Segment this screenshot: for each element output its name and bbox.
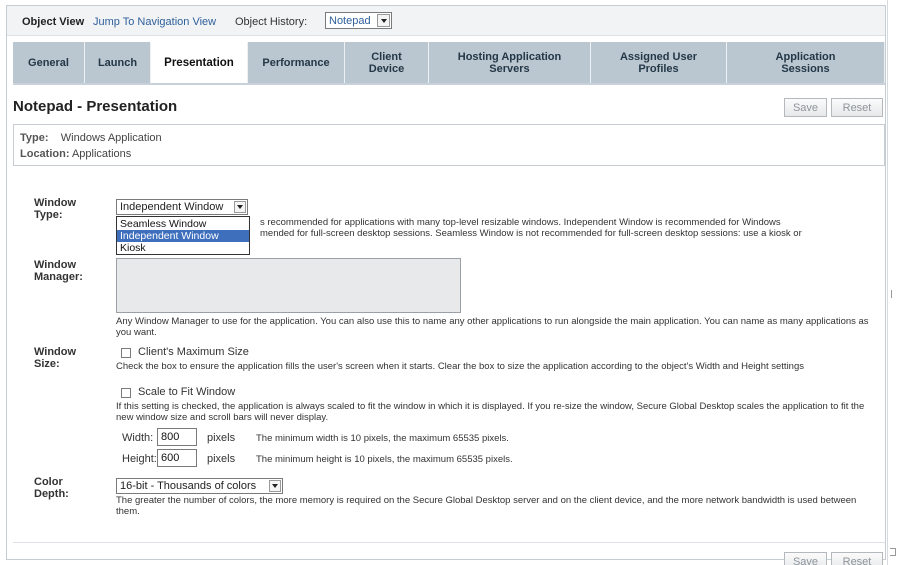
tab-label: Hosting Application Servers <box>457 51 562 75</box>
tab-hosting-application-servers[interactable]: Hosting Application Servers <box>429 42 591 84</box>
tab-label: Application Sessions <box>775 51 836 75</box>
object-history-value: Notepad <box>329 15 371 27</box>
window-size-label: Window Size: <box>34 346 76 370</box>
reset-button[interactable]: Reset <box>831 98 883 117</box>
window-type-value: Independent Window <box>120 201 224 213</box>
tab-label: Performance <box>262 57 330 69</box>
window-edge-scrollbar[interactable] <box>887 0 899 565</box>
object-toolbar: Object View Jump To Navigation View Obje… <box>7 6 885 36</box>
label-line: Manager: <box>34 271 83 283</box>
chevron-down-icon[interactable] <box>377 14 390 27</box>
tab-label: Assigned User Profiles <box>619 51 698 75</box>
height-unit: pixels <box>207 453 236 465</box>
label-line: Color <box>34 476 63 488</box>
object-view-label: Object View <box>22 16 85 28</box>
window-type-help: s recommended for applications with many… <box>260 217 880 239</box>
label-line: Type: <box>34 209 63 221</box>
option-seamless-window[interactable]: Seamless Window <box>117 218 249 230</box>
object-history-label: Object History: <box>235 16 308 28</box>
save-button-bottom[interactable]: Save <box>784 552 827 565</box>
width-unit: pixels <box>207 432 236 444</box>
width-input[interactable]: 800 <box>157 428 197 446</box>
type-value: Windows Application <box>60 132 162 144</box>
footer-divider <box>13 542 885 543</box>
chevron-down-icon[interactable] <box>269 480 281 492</box>
scale-to-fit-checkbox[interactable] <box>121 388 131 398</box>
window-type-label: Window Type: <box>34 197 76 221</box>
clients-max-size-help: Check the box to ensure the application … <box>116 361 805 372</box>
color-depth-label: Color Depth: <box>34 476 69 500</box>
scale-to-fit-help: If this setting is checked, the applicat… <box>116 401 865 423</box>
height-hint: The minimum height is 10 pixels, the max… <box>256 454 513 465</box>
tab-underline <box>13 83 885 85</box>
clients-max-size-label: Client's Maximum Size <box>138 346 249 358</box>
reset-button-bottom[interactable]: Reset <box>831 552 883 565</box>
tab-performance[interactable]: Performance <box>248 42 345 84</box>
color-depth-select[interactable]: 16-bit - Thousands of colors <box>116 478 283 494</box>
width-label: Width: <box>122 432 154 444</box>
location-label: Location: <box>20 148 70 160</box>
window-manager-help: Any Window Manager to use for the applic… <box>116 316 869 338</box>
object-history-select[interactable]: Notepad <box>325 12 392 29</box>
tab-general[interactable]: General <box>13 42 85 84</box>
clients-max-size-checkbox[interactable] <box>121 348 131 358</box>
type-row: Type: Windows Application <box>20 132 162 144</box>
window-manager-textarea[interactable] <box>116 258 461 313</box>
option-kiosk[interactable]: Kiosk <box>117 242 249 254</box>
label-line: Window <box>34 197 77 209</box>
width-hint: The minimum width is 10 pixels, the maxi… <box>256 433 509 444</box>
window-type-select[interactable]: Independent Window <box>116 199 248 215</box>
tab-label: Client Device <box>368 51 405 75</box>
tab-application-sessions[interactable]: Application Sessions <box>727 42 885 84</box>
tab-presentation[interactable]: Presentation <box>151 42 248 84</box>
tab-label: Launch <box>97 57 138 69</box>
object-view-panel: Object View Jump To Navigation View Obje… <box>6 5 886 565</box>
window-manager-label: Window Manager: <box>34 259 83 283</box>
tab-assigned-user-profiles[interactable]: Assigned User Profiles <box>591 42 727 84</box>
help-line: mended for full-screen desktop sessions.… <box>260 228 802 239</box>
jump-to-navigation-link[interactable]: Jump To Navigation View <box>93 16 216 28</box>
height-input[interactable]: 600 <box>157 449 197 467</box>
location-row: Location: Applications <box>20 148 131 160</box>
label-line: Window <box>34 259 77 271</box>
resize-handle-icon <box>891 290 896 298</box>
option-independent-window[interactable]: Independent Window <box>117 230 249 242</box>
color-depth-value: 16-bit - Thousands of colors <box>120 480 257 492</box>
height-label: Height: <box>122 453 157 465</box>
page-title: Notepad - Presentation <box>13 98 178 115</box>
tab-client-device[interactable]: Client Device <box>345 42 429 84</box>
corner-handle-icon <box>890 548 896 556</box>
label-line: Window <box>34 346 77 358</box>
help-line: s recommended for applications with many… <box>260 217 781 228</box>
save-button[interactable]: Save <box>784 98 827 117</box>
type-label: Type: <box>20 132 49 144</box>
label-line: Depth: <box>34 488 69 500</box>
location-value: Applications <box>71 148 132 160</box>
tab-launch[interactable]: Launch <box>85 42 151 84</box>
window-type-dropdown-list: Seamless Window Independent Window Kiosk <box>116 216 250 255</box>
tab-label: Presentation <box>164 57 234 69</box>
color-depth-help: The greater the number of colors, the mo… <box>116 495 857 517</box>
label-line: Size: <box>34 358 60 370</box>
tab-bar: General Launch Presentation Performance … <box>13 42 885 84</box>
chevron-down-icon[interactable] <box>234 201 246 213</box>
object-info-box: Type: Windows Application Location: Appl… <box>13 124 885 166</box>
scale-to-fit-label: Scale to Fit Window <box>138 386 236 398</box>
tab-label: General <box>28 57 69 69</box>
